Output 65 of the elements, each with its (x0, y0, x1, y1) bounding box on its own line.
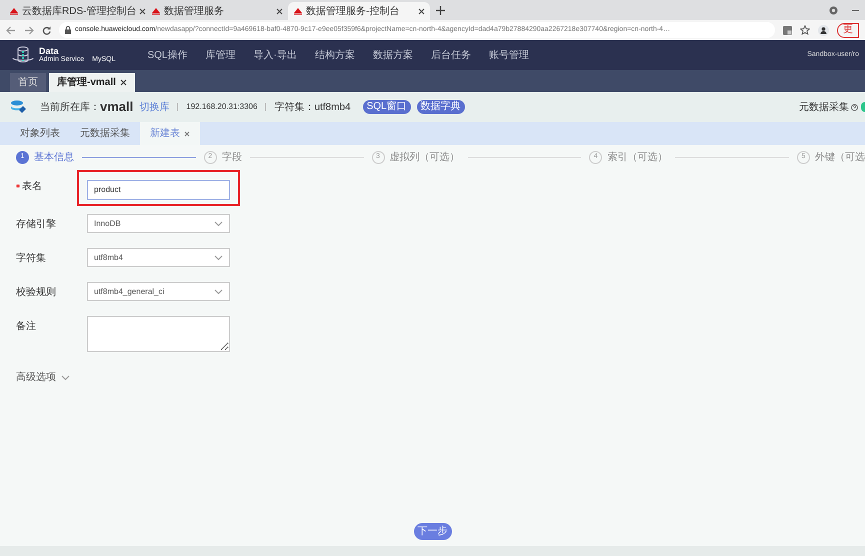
current-db-label: 当前所在库： (40, 100, 100, 114)
step-label: 字段 (222, 150, 242, 165)
chevron-down-icon (61, 374, 70, 380)
remark-field[interactable] (87, 316, 230, 352)
nav-menu-item[interactable]: 库管理 (206, 48, 236, 62)
help-icon[interactable] (851, 104, 858, 110)
logo-title: Data (39, 47, 60, 56)
field-label: 备注 (16, 320, 36, 334)
forward-icon[interactable] (24, 26, 34, 34)
nav-menu-item[interactable]: 结构方案 (314, 48, 355, 62)
required-icon (16, 184, 20, 188)
step-label: 索引（可选） (607, 150, 668, 165)
update-button[interactable]: 更 (837, 22, 859, 38)
tab-title: 云数据库RDS-管理控制台 (22, 4, 136, 18)
reload-icon[interactable] (42, 26, 51, 34)
page-tab[interactable]: 首页 (10, 73, 46, 92)
step-label: 外键（可选 (815, 150, 865, 165)
field-label: 校验规则 (16, 286, 56, 300)
step-label: 基本信息 (34, 150, 74, 165)
chevron-down-icon (214, 288, 223, 294)
new-tab-icon[interactable] (436, 6, 445, 15)
metadata-toggle[interactable] (861, 102, 865, 112)
minimize-icon[interactable] (852, 10, 859, 12)
page-tab[interactable]: 库管理-vmall (49, 73, 135, 92)
address-text: 192.168.20.31:3306 (186, 101, 258, 113)
profile-icon[interactable] (818, 24, 829, 36)
nav-menu-item[interactable]: 导入·导出 (254, 48, 297, 62)
database-logo-icon (12, 46, 34, 64)
select-field[interactable]: utf8mb4 (87, 248, 230, 267)
field-label: 表名 (22, 180, 42, 194)
record-icon[interactable] (829, 6, 838, 15)
nav-menu-item[interactable]: SQL操作 (147, 48, 188, 62)
tab-title: 数据管理服务 (164, 4, 225, 18)
charset-text: 字符集：utf8mb4 (274, 100, 351, 114)
select-field[interactable]: InnoDB (87, 214, 230, 233)
advanced-options-toggle[interactable]: 高级选项 (16, 370, 70, 385)
select-field[interactable]: utf8mb4_general_ci (87, 282, 230, 301)
step-label: 虚拟列（可选） (390, 150, 460, 165)
browser-tab[interactable]: 云数据库RDS-管理控制台 (4, 2, 146, 20)
field-label: 字符集 (16, 252, 46, 266)
field-label: 存储引擎 (16, 218, 56, 232)
db-name: vmall (100, 98, 134, 116)
close-icon[interactable] (418, 8, 425, 14)
close-icon[interactable] (276, 8, 283, 14)
browser-tab[interactable]: 数据管理服务 (146, 2, 288, 20)
header-button[interactable]: SQL窗口 (362, 100, 411, 114)
back-icon[interactable] (6, 26, 16, 34)
lock-icon (65, 26, 71, 34)
next-button[interactable]: 下一步 (414, 523, 452, 540)
database-icon (10, 100, 26, 114)
star-icon[interactable] (800, 25, 810, 35)
sub-tab[interactable]: 元数据采集 (70, 122, 140, 145)
close-icon[interactable] (120, 79, 127, 86)
sub-tab[interactable]: 对象列表 (10, 122, 70, 145)
chevron-down-icon (214, 220, 223, 226)
header-button[interactable]: 数据字典 (416, 100, 465, 114)
tab-title: 数据管理服务-控制台 (306, 4, 400, 18)
chevron-down-icon (214, 254, 223, 260)
nav-menu-item[interactable]: 后台任务 (430, 48, 471, 62)
metadata-label: 元数据采集 (799, 100, 849, 114)
browser-tab[interactable]: 数据管理服务-控制台 (288, 2, 430, 20)
table-name-input[interactable]: product (87, 180, 230, 200)
nav-menu-item[interactable]: 账号管理 (488, 48, 529, 62)
nav-menu-item[interactable]: 数据方案 (372, 48, 413, 62)
close-icon[interactable] (139, 8, 146, 14)
